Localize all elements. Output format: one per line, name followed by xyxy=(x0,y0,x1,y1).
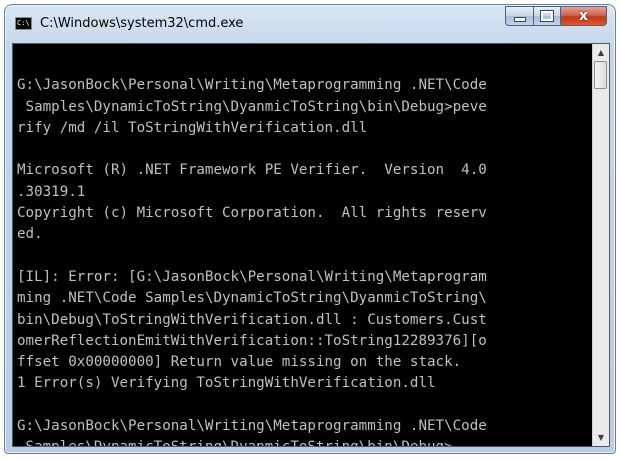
console-line: Samples\DynamicToString\DyanmicToString\… xyxy=(17,98,487,115)
maximize-icon xyxy=(540,10,554,22)
console-line: ffset 0x00000000] Return value missing o… xyxy=(17,354,462,371)
close-icon: x xyxy=(578,8,589,24)
console-line: .30319.1 xyxy=(17,183,86,200)
console-line: Microsoft (R) .NET Framework PE Verifier… xyxy=(17,162,487,179)
title-bar[interactable]: C:\ C:\Windows\system32\cmd.exe x xyxy=(5,5,615,43)
console-line: Copyright (c) Microsoft Corporation. All… xyxy=(17,205,487,222)
console-line: rify /md /il ToStringWithVerification.dl… xyxy=(17,119,368,136)
console-output[interactable]: G:\JasonBock\Personal\Writing\Metaprogra… xyxy=(13,44,594,446)
vertical-scrollbar[interactable]: ▲ ▼ xyxy=(592,44,609,446)
console-line: omerReflectionEmitWithVerification::ToSt… xyxy=(17,332,487,349)
caption-buttons: x xyxy=(505,6,607,26)
window-title: C:\Windows\system32\cmd.exe xyxy=(40,16,244,31)
scroll-thumb[interactable] xyxy=(594,61,607,89)
cmd-icon[interactable]: C:\ xyxy=(15,17,32,30)
console-line: ed. xyxy=(17,226,43,243)
minimize-button[interactable] xyxy=(505,6,533,26)
close-button[interactable]: x xyxy=(560,6,607,26)
maximize-button[interactable] xyxy=(533,6,560,26)
cmd-window: C:\ C:\Windows\system32\cmd.exe x G:\Jas… xyxy=(4,4,616,454)
console-line: 1 Error(s) Verifying ToStringWithVerific… xyxy=(17,375,436,392)
console-line: G:\JasonBock\Personal\Writing\Metaprogra… xyxy=(17,418,487,435)
scroll-up-arrow-icon[interactable]: ▲ xyxy=(593,44,609,61)
scroll-down-arrow-icon[interactable]: ▼ xyxy=(593,429,609,446)
console-line: bin\Debug\ToStringWithVerification.dll :… xyxy=(17,311,487,328)
minimize-icon xyxy=(513,16,526,22)
console-line: ming .NET\Code Samples\DynamicToString\D… xyxy=(17,290,487,307)
console-line: [IL]: Error: [G:\JasonBock\Personal\Writ… xyxy=(17,268,487,285)
console-area[interactable]: G:\JasonBock\Personal\Writing\Metaprogra… xyxy=(12,43,610,447)
console-line: Samples\DynamicToString\DyanmicToString\… xyxy=(17,437,594,446)
console-line: G:\JasonBock\Personal\Writing\Metaprogra… xyxy=(17,77,487,94)
